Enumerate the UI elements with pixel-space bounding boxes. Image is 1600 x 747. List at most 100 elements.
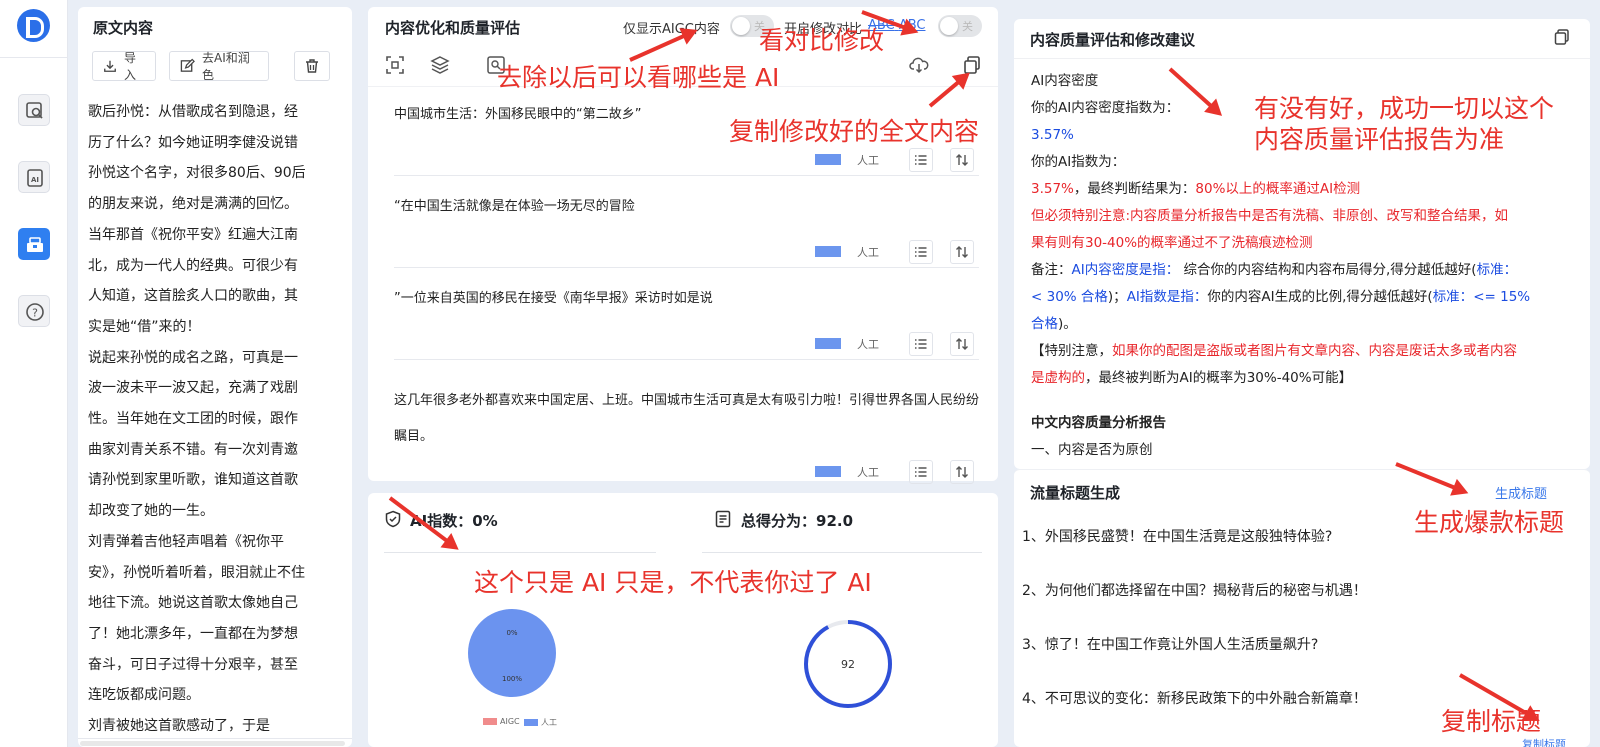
titles-panel-title: 流量标题生成 [1030,484,1121,502]
generate-titles-link[interactable]: 生成标题 [1495,483,1547,502]
source-line: 刘青弹着吉他轻声唱着《祝你平 [88,533,284,550]
report-heading: 中文内容质量分析报告 [1031,415,1166,431]
note-density-key: AI内容密度是指： [1071,262,1180,278]
side-rail: AI ? [0,0,68,747]
source-line: 了！她北漂多年，一直都在为梦想 [88,625,298,642]
list-button[interactable] [909,148,933,172]
note-std2-tail: 合格 [1031,316,1058,332]
index-result: 80%以上的概率通过AI检测 [1195,181,1361,197]
note-end: )。 [1058,316,1077,332]
report-panel: 内容质量评估和修改建议 AI内容密度 你的AI内容密度指数为： 3.57% 你的… [1014,19,1590,469]
scrollbar-thumb[interactable] [80,741,345,746]
special-line-2: 是虚构的，最终被判断为AI的概率为30%-40%可能】 [1031,365,1579,392]
report-title-divider [1014,58,1590,59]
rewrite-label: 去AI和润色 [202,51,250,82]
list-icon [915,247,927,257]
source-line: 说起来孙悦的成名之路，可真是一 [88,349,298,366]
legend-human-label: 人工 [541,718,557,727]
list-icon [915,155,927,165]
paragraph-row[interactable]: “在中国生活就像是在体验一场无尽的冒险 [394,197,979,217]
total-label: 总得分为： [741,512,817,530]
list-icon [915,467,927,477]
swap-button[interactable] [950,460,974,484]
annotation-compare: 看对比修改 [759,26,885,55]
svg-text:?: ? [32,307,38,320]
source-line: 安》，孙悦听着听着，眼泪就止不住 [88,564,305,581]
title-item[interactable]: 2、为何他们都选择留在中国？揭秘背后的秘密与机遇！ [1022,580,1367,600]
horizontal-scrollbar[interactable] [78,738,352,747]
note-std1-label: 标准： [1476,262,1518,278]
source-line: 曲家刘青关系不错。有一次刘青邀 [88,441,298,458]
ai-index-value: 0% [472,512,498,530]
note-mid: )； [1107,289,1127,305]
paragraph-controls: 人工 [368,148,998,172]
row-divider [394,359,979,360]
source-line: 的朋友来说，绝对是满满的回忆。 [88,196,298,213]
optimize-panel-title: 内容优化和质量评估 [385,19,521,37]
title-item[interactable]: 1、外国移民盛赞！在中国生活竟是这般独特体验? [1022,526,1332,546]
list-button[interactable] [909,240,933,264]
copy-titles-link[interactable]: 复制标题 [1522,736,1566,747]
tag-swatch [815,246,841,257]
pie-slice-human [468,609,556,697]
special-red-1: 如果你的配图是盗版或者图片有文章内容、内容是废话太多或者内容 [1112,343,1517,359]
row-tag: 人工 [857,154,879,167]
shield-check-icon [385,510,401,528]
upload-cloud-icon[interactable] [909,55,929,75]
source-line: 人知道，这首脍炙人口的歌曲，其 [88,288,298,305]
paragraph-row[interactable]: 这几年很多老外都喜欢来中国定居、上班。中国城市生活可真是太有吸引力啦！引得世界各… [394,383,979,455]
toggle-off-text: 关 [962,20,973,33]
help-icon[interactable]: ? [18,295,50,327]
tag-swatch [815,338,841,349]
row-tag: 人工 [857,246,879,259]
annotation-copy-full: 复制修改好的全文内容 [729,117,980,146]
source-line: 连吃饭都成问题。 [88,687,200,704]
warning-line-1: 但必须特别注意:内容质量分析报告中是否有洗稿、非原创、改写和整合结果，如 [1031,208,1509,224]
index-mid: ，最终判断结果为： [1073,181,1196,197]
warning-line-2: 果有则有30-40%的概率通过不了洗稿痕迹检测 [1031,235,1313,251]
paragraph-text: ”一位来自英国的移民在接受《南华早报》采访时如是说 [394,291,713,306]
paragraph-row[interactable]: ”一位来自英国的移民在接受《南华早报》采访时如是说 [394,289,979,309]
annotation-ai-note: 这个只是 AI 只是，不代表你过了 AI [474,568,872,597]
title-item[interactable]: 3、惊了！在中国工作竟让外国人生活质量飙升? [1022,634,1318,654]
source-line: 却改变了她的一生。 [88,503,214,520]
delete-button[interactable] [294,51,330,81]
source-line: 歌后孙悦：从借歌成名到隐退，经 [88,104,298,120]
row-divider [394,267,979,268]
list-button[interactable] [909,332,933,356]
remove-ai-rewrite-button[interactable]: 去AI和润色 [169,51,269,82]
swap-button[interactable] [950,332,974,356]
compare-toggle[interactable]: 关 [938,15,982,37]
ai-icon[interactable]: AI [18,161,50,193]
toolbox-icon[interactable] [18,228,50,260]
title-item[interactable]: 4、不可思议的变化：新移民政策下的中外融合新篇章！ [1022,688,1367,708]
swap-button[interactable] [950,240,974,264]
image-check-icon[interactable] [18,94,50,126]
special-tail: ，最终被判断为AI的概率为30%-40%可能】 [1085,370,1353,386]
source-line: 孙悦这个名字，对很多80后、90后 [88,165,306,182]
annotation-report-2: 内容质量评估报告为准 [1254,125,1505,154]
source-line: 北，成为一代人的经典。可很少有 [88,257,298,274]
import-label: 导入 [124,51,137,82]
gauge-value: 92 [841,658,855,671]
scan-icon[interactable] [385,55,405,75]
note-prefix: 备注： [1031,262,1072,278]
import-button[interactable]: 导入 [92,51,156,82]
score-gauge: 92 [804,620,892,708]
special-prefix: 【特别注意， [1031,343,1112,359]
app-logo[interactable] [17,9,50,42]
swap-button[interactable] [950,148,974,172]
legend-aigc-label: AIGC [500,717,520,726]
source-line: 波一波未平一波又起，充满了戏剧 [88,380,298,397]
row-tag: 人工 [857,338,879,351]
report-icon [715,510,731,528]
layers-icon[interactable] [430,55,450,75]
copy-report-icon[interactable] [1553,28,1571,46]
total-value: 92.0 [816,512,854,530]
pie-label-aigc: 0% [506,629,517,637]
source-text-area[interactable]: 歌后孙悦：从借歌成名到隐退，经 历了什么？如今她证明李健没说错 孙悦这个名字，对很多… [88,97,331,737]
source-line: 奋斗，可日子过得十分艰辛，甚至 [88,656,298,673]
list-button[interactable] [909,460,933,484]
legend-human: 人工 [524,717,557,728]
stat-underline [384,552,656,553]
